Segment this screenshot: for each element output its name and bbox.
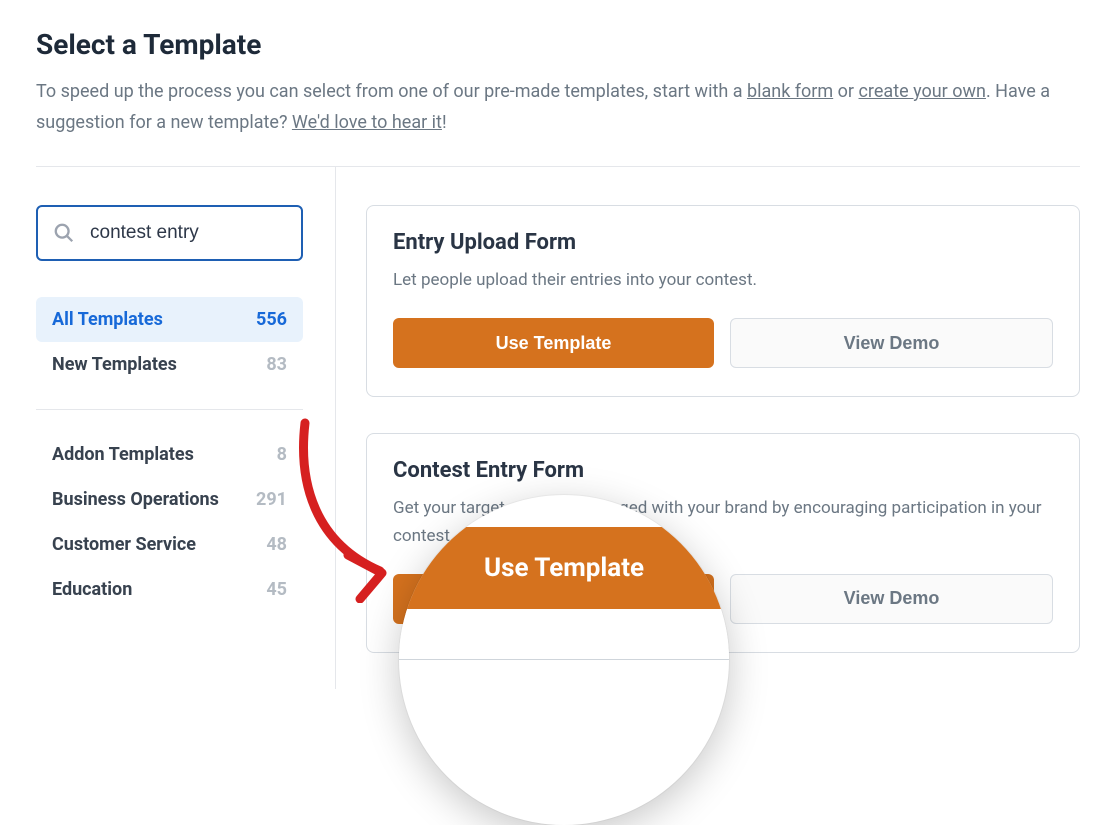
use-template-button[interactable]: Use Template xyxy=(393,318,714,368)
category-count: 8 xyxy=(277,444,287,465)
category-label: Addon Templates xyxy=(52,444,194,465)
search-icon xyxy=(53,222,75,244)
category-label: All Templates xyxy=(52,309,163,330)
desc-text: ! xyxy=(442,112,447,133)
page-title: Select a Template xyxy=(36,28,1080,61)
category-count: 291 xyxy=(256,489,287,510)
category-count: 556 xyxy=(256,309,287,330)
category-education[interactable]: Education 45 xyxy=(36,567,303,612)
blank-form-link[interactable]: blank form xyxy=(747,81,833,102)
search-wrap xyxy=(36,205,303,261)
category-count: 45 xyxy=(266,579,287,600)
feedback-link[interactable]: We'd love to hear it xyxy=(292,112,442,133)
template-card: Entry Upload Form Let people upload thei… xyxy=(366,205,1080,397)
view-demo-button[interactable]: View Demo xyxy=(730,318,1053,368)
category-addon-templates[interactable]: Addon Templates 8 xyxy=(36,432,303,477)
category-label: Education xyxy=(52,579,132,600)
template-actions: Use Template View Demo xyxy=(393,318,1053,368)
category-count: 83 xyxy=(266,354,287,375)
search-input[interactable] xyxy=(36,205,303,261)
desc-text: To speed up the process you can select f… xyxy=(36,81,747,102)
category-count: 48 xyxy=(266,534,287,555)
template-title: Entry Upload Form xyxy=(393,230,1053,255)
category-all-templates[interactable]: All Templates 556 xyxy=(36,297,303,342)
category-divider xyxy=(36,409,303,410)
template-description: Let people upload their entries into you… xyxy=(393,267,1053,294)
category-label: Customer Service xyxy=(52,534,196,555)
category-label: Business Operations xyxy=(52,489,219,510)
category-list-top: All Templates 556 New Templates 83 xyxy=(36,297,303,387)
category-new-templates[interactable]: New Templates 83 xyxy=(36,342,303,387)
category-list: Addon Templates 8 Business Operations 29… xyxy=(36,432,303,612)
view-demo-button[interactable]: View Demo xyxy=(730,574,1053,624)
magnifier-lens: Use Template xyxy=(399,495,729,825)
category-business-operations[interactable]: Business Operations 291 xyxy=(36,477,303,522)
template-title: Contest Entry Form xyxy=(393,458,1053,483)
category-label: New Templates xyxy=(52,354,177,375)
page-description: To speed up the process you can select f… xyxy=(36,77,1080,138)
sidebar: All Templates 556 New Templates 83 Addon… xyxy=(36,167,336,689)
create-your-own-link[interactable]: create your own xyxy=(859,81,986,102)
desc-text: or xyxy=(833,81,858,102)
category-customer-service[interactable]: Customer Service 48 xyxy=(36,522,303,567)
